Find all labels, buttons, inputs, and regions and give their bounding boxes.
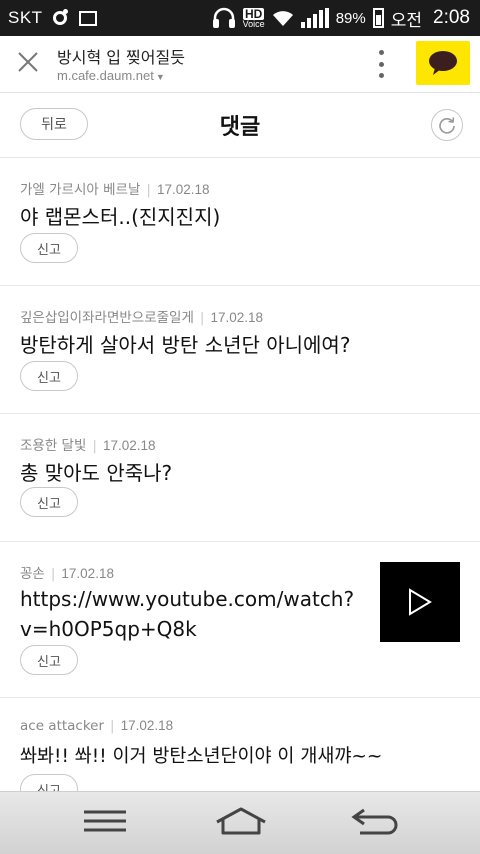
comment-date: 17.02.18 (120, 718, 174, 733)
comment-author[interactable]: ace attacker (20, 718, 104, 734)
comment-date: 17.02.18 (61, 566, 114, 581)
refresh-icon[interactable] (431, 109, 463, 141)
clock: 2:08 (433, 7, 470, 28)
comment-text: 쏴봐!! 쏴!! 이거 방탄소년단이야 이 개새꺄~~ (20, 746, 383, 767)
kakaotalk-icon[interactable] (416, 41, 470, 85)
headphones-icon (212, 7, 235, 28)
notification-icon (52, 9, 68, 25)
report-button[interactable]: 신고 (20, 233, 78, 263)
comment-text: 방탄하게 살아서 방탄 소년단 아니에여? (20, 333, 351, 357)
report-button[interactable]: 신고 (20, 361, 78, 391)
comment-item: 조용한 달빛 | 17.02.18 총 맞아도 안죽나? 신고 (0, 414, 480, 542)
comment-item: 가엘 가르시아 베르날 | 17.02.18 야 랩몬스터..(진지진지) 신고 (0, 158, 480, 286)
play-icon (409, 588, 432, 616)
comment-meta: ace attacker | 17.02.18 (20, 718, 174, 734)
comment-meta: 깊은삽입이좌라면반으로줄일게 | 17.02.18 (20, 310, 264, 326)
battery-percent: 89% (335, 9, 366, 27)
wifi-icon (272, 11, 293, 26)
comment-meta: 조용한 달빛 | 17.02.18 (20, 438, 156, 454)
home-icon[interactable] (213, 806, 269, 836)
comment-meta: 꽁손 | 17.02.18 (20, 566, 114, 582)
comment-author[interactable]: 조용한 달빛 (20, 438, 86, 454)
comment-link-line: https://www.youtube.com/watch? (20, 587, 355, 611)
comment-date: 17.02.18 (102, 438, 156, 453)
menu-icon[interactable] (82, 806, 128, 836)
report-button[interactable]: 신고 (20, 487, 78, 517)
page-title: 방시혁 입 찢어질듯 (57, 48, 185, 67)
comment-item: 깊은삽입이좌라면반으로줄일게 | 17.02.18 방탄하게 살아서 방탄 소년단 … (0, 286, 480, 414)
page-heading: 댓글 (219, 115, 261, 140)
comment-date: 17.02.18 (156, 182, 210, 197)
browser-header: 방시혁 입 찢어질듯 m.cafe.daum.net ▼ (0, 36, 480, 93)
navigation-bar (0, 791, 480, 854)
status-bar: SKT HD Voice 89% 오전 2:08 (0, 0, 480, 36)
gallery-icon (78, 10, 97, 26)
comment-author[interactable]: 깊은삽입이좌라면반으로줄일게 (20, 310, 194, 326)
close-icon[interactable] (14, 48, 42, 76)
report-button[interactable]: 신고 (20, 645, 78, 675)
ampm-label: 오전 (390, 10, 423, 30)
hd-voice-icon: HD Voice (242, 6, 265, 29)
video-thumbnail[interactable] (380, 562, 460, 642)
battery-icon (372, 8, 384, 28)
page-url[interactable]: m.cafe.daum.net ▼ (57, 68, 165, 83)
more-vert-icon[interactable] (376, 50, 386, 78)
comment-author[interactable]: 가엘 가르시아 베르날 (20, 182, 140, 198)
comment-author[interactable]: 꽁손 (20, 566, 45, 582)
comment-text: 총 맞아도 안죽나? (20, 461, 173, 485)
comment-text: 야 랩몬스터..(진지진지) (20, 205, 221, 229)
carrier-label: SKT (8, 8, 43, 27)
comment-link-line: v=h0OP5qp+Q8k (20, 617, 197, 641)
comment-meta: 가엘 가르시아 베르날 | 17.02.18 (20, 182, 210, 198)
signal-icon (300, 8, 329, 28)
comment-date: 17.02.18 (210, 310, 264, 325)
comments-header: 뒤로 댓글 (0, 93, 480, 158)
comment-item: 꽁손 | 17.02.18 https://www.youtube.com/watc… (0, 542, 480, 698)
back-icon[interactable] (350, 806, 400, 836)
comment-link[interactable]: https://www.youtube.com/watch? v=h0OP5qp… (20, 584, 354, 644)
